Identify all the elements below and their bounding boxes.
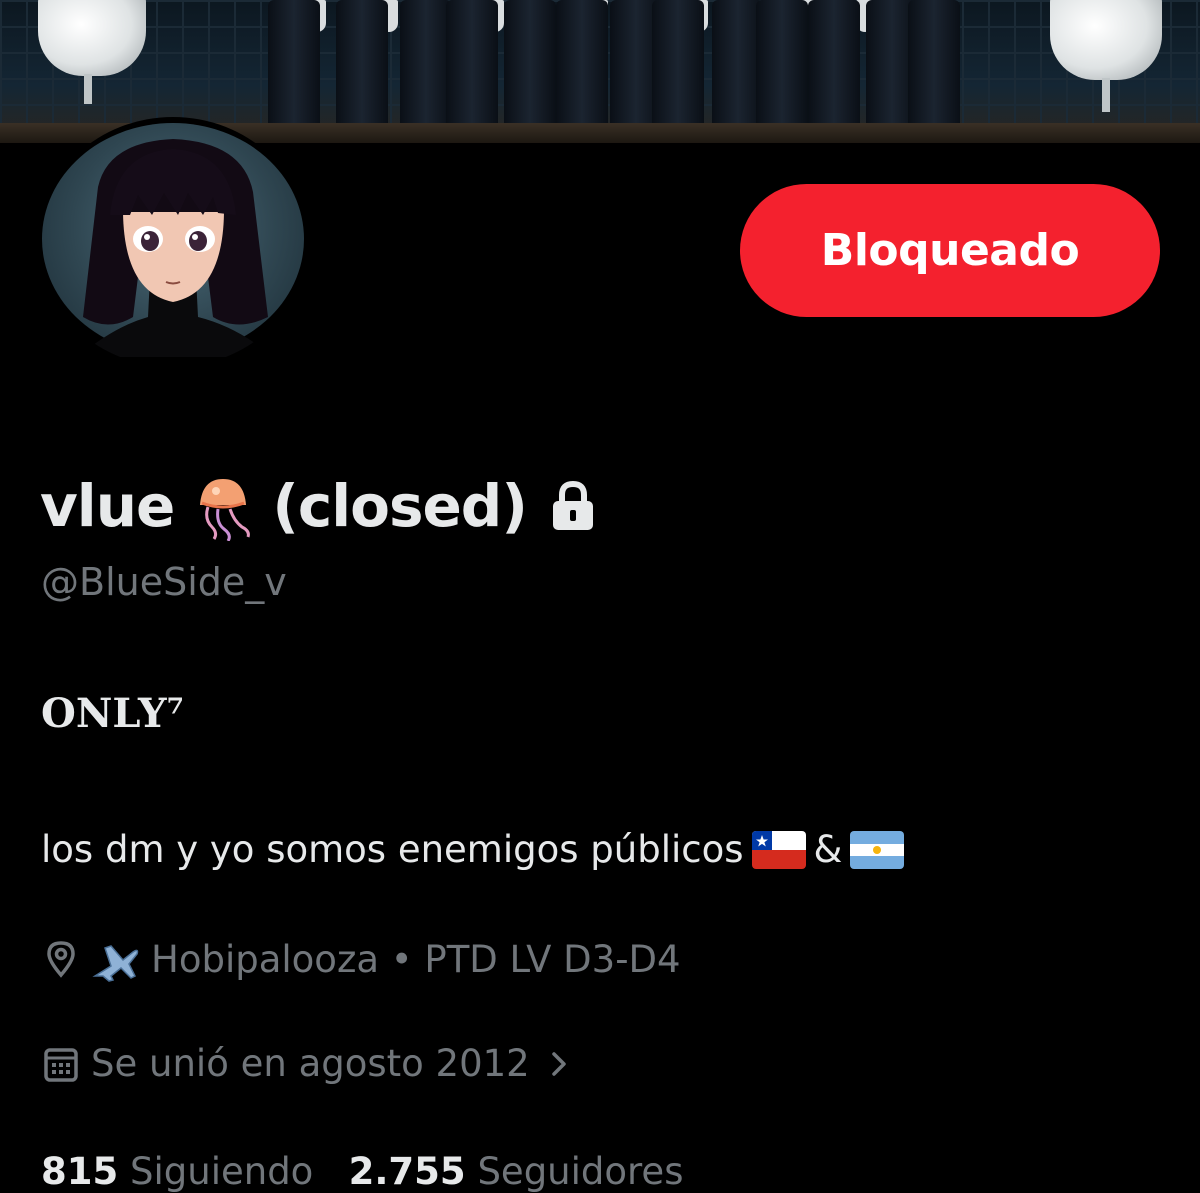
- chevron-right-icon[interactable]: [544, 1044, 574, 1084]
- avatar[interactable]: [38, 117, 308, 367]
- banner-urinal-right: [1050, 0, 1162, 80]
- banner-figure: [756, 0, 808, 143]
- jellyfish-icon: [200, 479, 251, 541]
- banner-figure: [446, 0, 498, 143]
- banner-figure: [808, 0, 860, 143]
- airplane-icon: [92, 945, 139, 982]
- location-text: Hobipalooza • PTD LV D3-D4: [151, 937, 681, 981]
- banner-pipe-left: [84, 74, 92, 104]
- argentina-flag-icon: [850, 830, 905, 869]
- location-row: Hobipalooza • PTD LV D3-D4: [41, 936, 681, 982]
- banner-figure: [400, 0, 452, 143]
- bio-line-only7: ONLY⁷: [41, 690, 185, 737]
- banner-figure: [336, 0, 388, 143]
- bio-sentence: los dm y yo somos enemigos públicos: [41, 828, 744, 871]
- banner-figure: [504, 0, 556, 143]
- location-pin-icon: [47, 941, 75, 978]
- lock-icon: [552, 480, 593, 530]
- blocked-button[interactable]: Bloqueado: [740, 184, 1160, 317]
- display-name: vlue: [40, 472, 175, 540]
- following-label[interactable]: Siguiendo: [130, 1150, 313, 1193]
- display-name-suffix: (closed): [272, 472, 528, 540]
- joined-row[interactable]: Se unió en agosto 2012: [41, 1042, 574, 1085]
- display-name-row: vlue (closed): [40, 468, 597, 544]
- avatar-illustration: [78, 139, 273, 357]
- banner-urinal-left: [38, 0, 146, 76]
- bio-ampersand: &: [813, 828, 843, 871]
- banner-pipe-right: [1102, 78, 1110, 112]
- chile-flag-icon: [751, 830, 806, 869]
- followers-label[interactable]: Seguidores: [477, 1150, 683, 1193]
- banner-figure: [556, 0, 608, 143]
- banner-figure: [652, 0, 704, 143]
- follow-stats: 815 Siguiendo 2.755 Seguidores: [41, 1150, 683, 1193]
- user-handle: @BlueSide_v: [41, 560, 287, 604]
- bio-text: los dm y yo somos enemigos públicos &: [41, 828, 912, 871]
- following-count[interactable]: 815: [41, 1150, 118, 1193]
- joined-text: Se unió en agosto 2012: [91, 1042, 530, 1085]
- banner-figure: [908, 0, 960, 143]
- calendar-icon: [44, 1047, 78, 1082]
- followers-count[interactable]: 2.755: [349, 1150, 466, 1193]
